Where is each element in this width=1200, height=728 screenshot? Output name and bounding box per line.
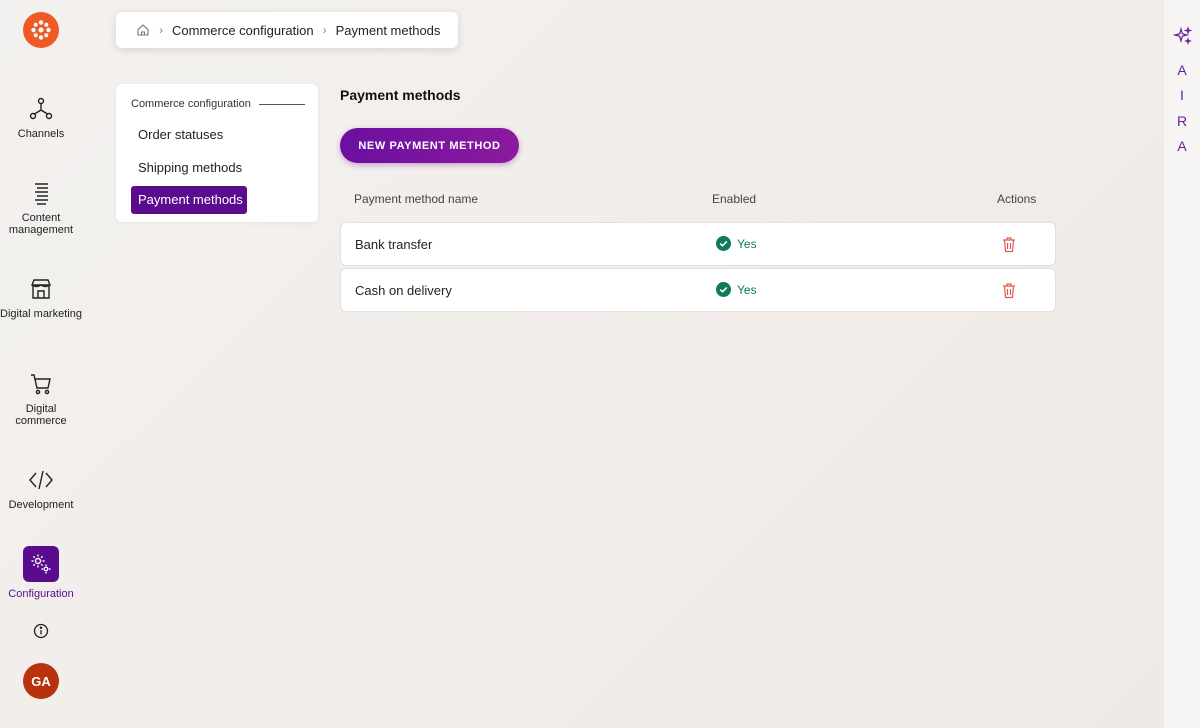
home-icon[interactable] [136,23,150,37]
column-header-name: Payment method name [354,192,479,206]
aira-letter: A [1177,62,1187,78]
trash-icon[interactable] [1001,236,1017,253]
nav-item-content-management[interactable]: Content management [0,180,82,236]
breadcrumb-separator: › [159,23,163,37]
column-header-enabled: Enabled [712,192,757,206]
config-submenu: Commerce configuration Order statuses Sh… [116,84,318,222]
aira-rail[interactable]: A I R A [1164,0,1200,728]
submenu-item-payment-methods[interactable]: Payment methods [131,186,247,214]
payment-method-name: Cash on delivery [355,283,452,298]
nav-item-channels[interactable]: Channels [0,96,82,140]
check-circle-icon [716,236,731,251]
aira-letter: I [1180,87,1184,103]
submenu-item-order-statuses[interactable]: Order statuses [131,121,247,149]
content-icon [35,183,48,205]
nav-item-development[interactable]: Development [0,467,82,511]
nav-item-digital-marketing[interactable]: Digital marketing [0,276,82,320]
trash-icon[interactable] [1001,282,1017,299]
logo-icon[interactable] [23,12,59,48]
enabled-label: Yes [737,236,757,251]
breadcrumb: › Commerce configuration › Payment metho… [116,12,458,48]
new-payment-method-button[interactable]: NEW PAYMENT METHOD [340,128,519,163]
cart-icon [31,374,51,395]
submenu-group-label: Commerce configuration [131,98,251,110]
aira-letter: A [1177,138,1187,154]
channels-icon [29,97,53,120]
page-title: Payment methods [340,87,461,103]
nav-label-development: Development [8,499,74,511]
avatar[interactable]: GA [23,663,59,699]
nav-label-content-management: Content management [8,212,74,236]
nav-label-channels: Channels [17,128,65,140]
marketing-icon [30,279,52,299]
enabled-status: Yes [716,282,757,297]
table-row[interactable]: Cash on delivery Yes [340,268,1056,312]
table-row[interactable]: Bank transfer Yes [340,222,1056,266]
nav-item-configuration[interactable]: Configuration [0,546,82,600]
breadcrumb-item-payment-methods: Payment methods [335,22,441,38]
breadcrumb-separator: › [322,23,327,37]
nav-label-digital-marketing: Digital marketing [0,308,82,320]
code-icon [29,470,53,490]
enabled-status: Yes [716,236,757,251]
payment-method-name: Bank transfer [355,237,433,252]
sparkle-icon[interactable] [1173,26,1193,46]
breadcrumb-item-commerce-configuration[interactable]: Commerce configuration [172,23,314,38]
nav-item-digital-commerce[interactable]: Digital commerce [0,371,82,427]
info-icon[interactable] [32,622,50,640]
left-navigation: Channels Content management Digital mark… [0,0,82,728]
nav-label-digital-commerce: Digital commerce [15,403,67,427]
enabled-label: Yes [737,282,757,297]
check-circle-icon [716,282,731,297]
gear-icon [23,546,59,582]
column-header-actions: Actions [997,192,1037,206]
submenu-group-title: Commerce configuration [131,98,305,110]
submenu-item-shipping-methods[interactable]: Shipping methods [131,154,247,182]
aira-letter: R [1176,113,1188,129]
nav-label-configuration: Configuration [8,588,74,600]
divider [258,103,305,105]
